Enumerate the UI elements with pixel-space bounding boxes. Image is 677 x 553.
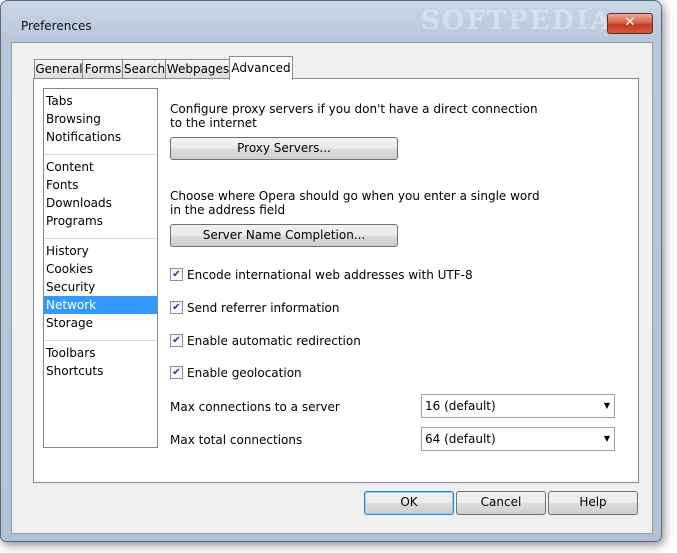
sidebar-item-programs[interactable]: Programs <box>44 212 157 230</box>
sidebar-item-downloads[interactable]: Downloads <box>44 194 157 212</box>
redirection-checkbox[interactable]: ✔ <box>170 334 183 347</box>
utf8-label: Encode international web addresses with … <box>187 268 473 282</box>
category-list[interactable]: Tabs Browsing Notifications Content Fonts Dow… <box>43 88 158 448</box>
advanced-panel: Tabs Browsing Notifications Content Fonts Dow… <box>33 78 639 483</box>
tab-general[interactable]: General <box>34 59 84 79</box>
preferences-window: Preferences SOFTPEDIA ✕ General Forms Se… <box>0 0 662 542</box>
utf8-checkbox[interactable]: ✔ <box>170 268 183 281</box>
sidebar-item-toolbars[interactable]: Toolbars <box>44 344 157 362</box>
tab-advanced[interactable]: Advanced <box>229 56 293 80</box>
title-bar[interactable]: Preferences SOFTPEDIA ✕ <box>1 1 661 37</box>
chevron-down-icon: ▼ <box>603 401 610 410</box>
sidebar-item-tabs[interactable]: Tabs <box>44 92 157 110</box>
sidebar-item-security[interactable]: Security <box>44 278 157 296</box>
tab-webpages[interactable]: Webpages <box>165 59 231 79</box>
category-group: Tabs Browsing Notifications <box>44 89 157 155</box>
ok-button[interactable]: OK <box>364 491 454 515</box>
category-group: Content Fonts Downloads Programs <box>44 155 157 239</box>
chevron-down-icon: ▼ <box>603 434 610 443</box>
geolocation-checkbox[interactable]: ✔ <box>170 366 183 379</box>
sidebar-item-fonts[interactable]: Fonts <box>44 176 157 194</box>
server-name-completion-button[interactable]: Server Name Completion... <box>170 224 398 247</box>
category-group: Toolbars Shortcuts <box>44 341 157 388</box>
close-button[interactable]: ✕ <box>607 13 653 34</box>
max-total-label: Max total connections <box>170 433 303 447</box>
proxy-description: Configure proxy servers if you don't hav… <box>170 102 538 130</box>
dialog-client-area: General Forms Search Webpages Advanced T… <box>11 42 653 534</box>
max-server-value: 16 (default) <box>425 399 496 413</box>
category-group: History Cookies Security Network Storage <box>44 239 157 341</box>
geolocation-label: Enable geolocation <box>187 366 302 380</box>
tab-forms[interactable]: Forms <box>82 59 124 79</box>
cancel-button[interactable]: Cancel <box>456 491 546 515</box>
proxy-servers-button[interactable]: Proxy Servers... <box>170 137 398 160</box>
referrer-checkbox[interactable]: ✔ <box>170 301 183 314</box>
sidebar-item-network[interactable]: Network <box>44 296 157 314</box>
watermark: SOFTPEDIA <box>421 6 613 36</box>
sidebar-item-content[interactable]: Content <box>44 158 157 176</box>
sidebar-item-notifications[interactable]: Notifications <box>44 128 157 146</box>
help-button[interactable]: Help <box>548 491 638 515</box>
window-title: Preferences <box>21 19 92 33</box>
max-server-label: Max connections to a server <box>170 400 340 414</box>
sidebar-item-storage[interactable]: Storage <box>44 314 157 332</box>
sidebar-item-browsing[interactable]: Browsing <box>44 110 157 128</box>
max-server-select[interactable]: 16 (default) ▼ <box>421 394 615 418</box>
redirection-label: Enable automatic redirection <box>187 334 361 348</box>
max-total-value: 64 (default) <box>425 432 496 446</box>
max-total-select[interactable]: 64 (default) ▼ <box>421 427 615 451</box>
completion-description: Choose where Opera should go when you en… <box>170 189 540 217</box>
tab-search[interactable]: Search <box>122 59 167 79</box>
referrer-label: Send referrer information <box>187 301 340 315</box>
sidebar-item-history[interactable]: History <box>44 242 157 260</box>
sidebar-item-shortcuts[interactable]: Shortcuts <box>44 362 157 380</box>
sidebar-item-cookies[interactable]: Cookies <box>44 260 157 278</box>
